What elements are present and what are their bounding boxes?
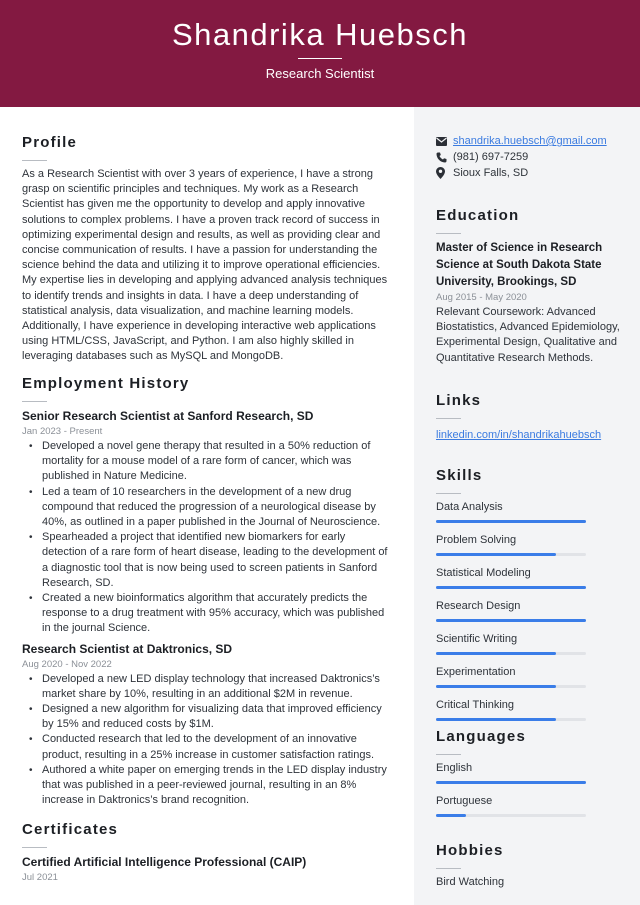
skill-label: Data Analysis <box>436 501 503 513</box>
job-dates: Aug 2020 - Nov 2022 <box>22 658 112 670</box>
contact-phone: (981) 697-7259 <box>436 149 607 165</box>
links-heading: Links <box>436 392 482 409</box>
section-divider <box>22 160 47 161</box>
contact-location: Sioux Falls, SD <box>436 165 607 181</box>
section-divider <box>436 418 461 419</box>
skill-level-fill <box>436 718 556 721</box>
job-bullets: Developed a new LED display technology t… <box>29 672 392 809</box>
skill-label: Statistical Modeling <box>436 567 531 579</box>
education-degree: Master of Science in Research Science at… <box>436 242 603 288</box>
location-text: Sioux Falls, SD <box>453 167 529 179</box>
languages-section: Languages English Portuguese <box>436 728 626 827</box>
skill-label: Scientific Writing <box>436 633 518 645</box>
candidate-name: Shandrika Huebsch <box>171 17 469 52</box>
section-divider <box>436 868 461 869</box>
skill-level-bar <box>436 520 586 523</box>
contact-email: shandrika.huebsch@gmail.com <box>436 133 607 149</box>
sidebar: shandrika.huebsch@gmail.com (981) 697-72… <box>414 107 640 905</box>
education-description: Relevant Coursework: Advanced Biostatist… <box>436 306 620 364</box>
languages-heading: Languages <box>436 728 526 745</box>
job-entry: Research Scientist at Daktronics, SD Aug … <box>22 641 392 809</box>
language-level-fill <box>436 781 586 784</box>
resume-header: Shandrika Huebsch Research Scientist <box>0 0 640 107</box>
skill-level-fill <box>436 685 556 688</box>
skill-level-bar <box>436 553 586 556</box>
skills-list: Data Analysis Problem Solving Statistical … <box>436 500 626 721</box>
skill-level-bar <box>436 586 586 589</box>
language-level-bar <box>436 814 586 817</box>
section-divider <box>436 754 461 755</box>
skill-label: Research Design <box>436 600 521 612</box>
language-label: Portuguese <box>436 795 493 807</box>
education-dates: Aug 2015 - May 2020 <box>436 292 527 303</box>
skill-level-bar <box>436 652 586 655</box>
envelope-icon <box>436 136 453 146</box>
skill-level-fill <box>436 652 556 655</box>
candidate-job-title: Research Scientist <box>265 66 375 81</box>
job-bullet: Led a team of 10 researchers in the deve… <box>29 485 392 531</box>
employment-heading: Employment History <box>22 375 190 392</box>
profile-heading: Profile <box>22 134 78 151</box>
employment-section: Employment History Senior Research Scien… <box>22 375 392 808</box>
language-label: English <box>436 762 473 774</box>
section-divider <box>22 847 47 848</box>
education-section: Education Master of Science in Research … <box>436 207 626 366</box>
phone-number: (981) 697-7259 <box>453 151 529 163</box>
certificate-date: Jul 2021 <box>22 872 58 883</box>
phone-icon <box>436 152 453 163</box>
job-bullets: Developed a novel gene therapy that resu… <box>29 439 392 637</box>
hobbies-heading: Hobbies <box>436 842 504 859</box>
links-section: Links linkedin.com/in/shandrikahuebsch <box>436 392 626 443</box>
job-title: Senior Research Scientist at Sanford Res… <box>22 409 314 423</box>
hobby-item: Bird Watching <box>436 876 505 888</box>
section-divider <box>436 233 461 234</box>
skill-level-fill <box>436 553 556 556</box>
profile-text: As a Research Scientist with over 3 year… <box>22 168 388 363</box>
job-bullet: Created a new bioinformatics algorithm t… <box>29 591 392 637</box>
language-level-bar <box>436 781 586 784</box>
job-bullet: Developed a new LED display technology t… <box>29 672 392 702</box>
job-entry: Senior Research Scientist at Sanford Res… <box>22 408 392 637</box>
job-bullet: Authored a white paper on emerging trend… <box>29 763 392 809</box>
map-pin-icon <box>436 167 453 179</box>
skill-label: Experimentation <box>436 666 516 678</box>
certificate-title: Certified Artificial Intelligence Profes… <box>22 855 307 869</box>
skill-level-bar <box>436 685 586 688</box>
language-level-fill <box>436 814 466 817</box>
email-link[interactable]: shandrika.huebsch@gmail.com <box>453 135 607 147</box>
skill-level-bar <box>436 718 586 721</box>
skill-label: Critical Thinking <box>436 699 515 711</box>
skill-level-bar <box>436 619 586 622</box>
job-title: Research Scientist at Daktronics, SD <box>22 641 233 656</box>
hobbies-section: Hobbies Bird Watching <box>436 842 626 890</box>
job-dates: Jan 2023 - Present <box>22 426 103 437</box>
skills-heading: Skills <box>436 467 483 484</box>
certificates-heading: Certificates <box>22 821 119 838</box>
education-heading: Education <box>436 207 520 224</box>
skill-level-fill <box>436 520 586 523</box>
section-divider <box>22 401 47 402</box>
languages-list: English Portuguese <box>436 761 626 817</box>
job-bullet: Designed a new algorithm for visualizing… <box>29 702 392 732</box>
skill-level-fill <box>436 586 586 589</box>
certificates-section: Certificates Certified Artificial Intell… <box>22 821 392 885</box>
skills-section: Skills Data Analysis Problem Solving Stati… <box>436 467 626 731</box>
profile-section: Profile As a Research Scientist with ove… <box>22 134 392 365</box>
skill-level-fill <box>436 619 586 622</box>
contact-block: shandrika.huebsch@gmail.com (981) 697-72… <box>436 133 607 181</box>
job-bullet: Conducted research that led to the devel… <box>29 732 392 762</box>
linkedin-link[interactable]: linkedin.com/in/shandrikahuebsch <box>436 429 601 441</box>
job-bullet: Developed a novel gene therapy that resu… <box>29 439 392 485</box>
job-bullet: Spearheaded a project that identified ne… <box>29 530 392 591</box>
header-divider <box>298 58 342 59</box>
jobs-list: Senior Research Scientist at Sanford Res… <box>22 408 392 808</box>
skill-label: Problem Solving <box>436 534 517 546</box>
section-divider <box>436 493 461 494</box>
